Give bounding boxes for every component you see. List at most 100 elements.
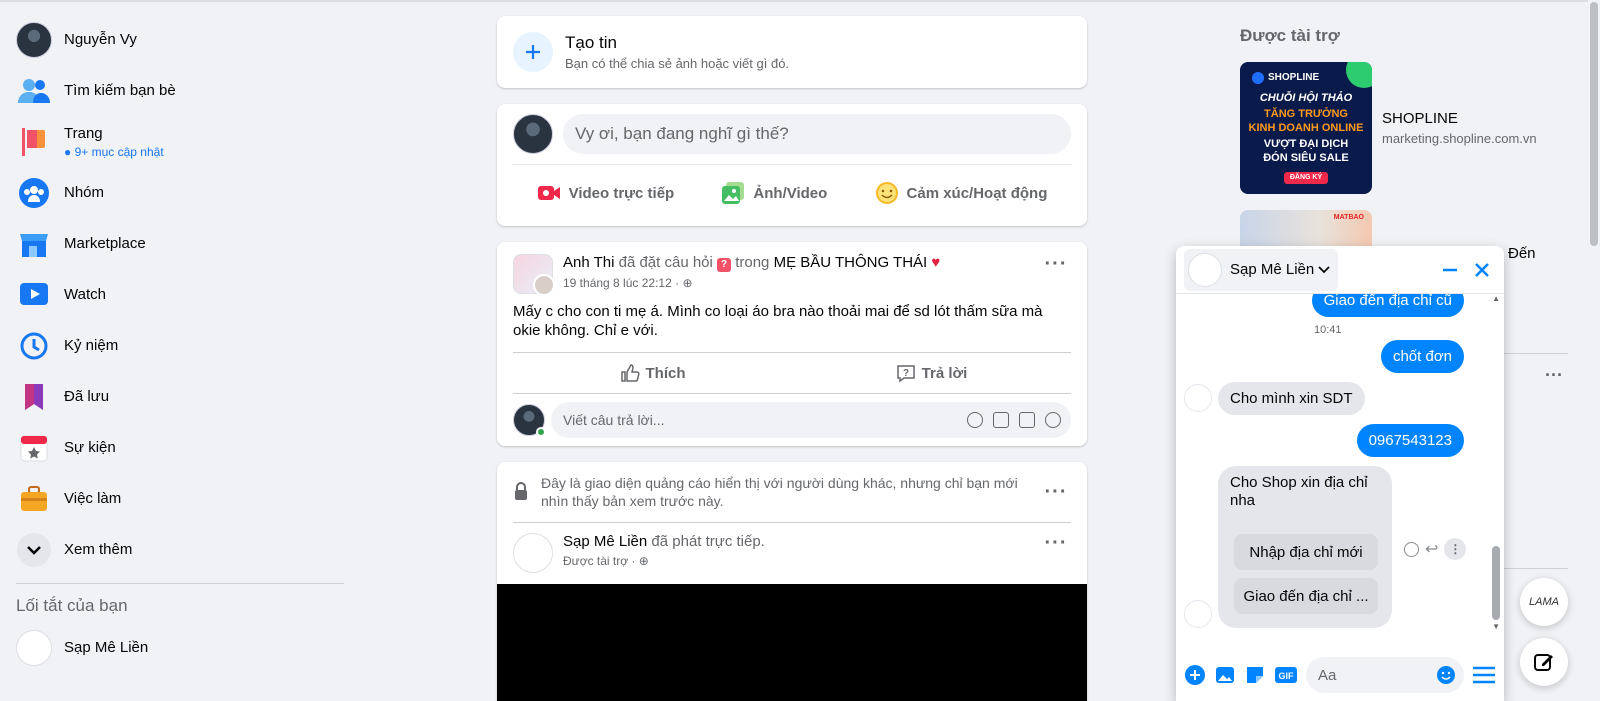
chat-name: Sạp Mê Liền [1230, 261, 1315, 278]
sidebar-item-jobs[interactable]: Việc làm [0, 473, 345, 524]
ad-name[interactable]: SHOPLINE [1382, 110, 1537, 127]
chat-header: Sạp Mê Liền [1176, 246, 1504, 294]
contacts-options-icon[interactable]: ··· [1545, 365, 1563, 386]
chat-input-placeholder: Aa [1318, 666, 1337, 684]
compose-edit-icon [1534, 654, 1553, 671]
sidebar-item-label: Kỷ niệm [64, 337, 119, 354]
post-header-line: Sạp Mê Liền đã phát trực tiếp. [563, 533, 1041, 550]
lama-extension-button[interactable]: LAMA [1520, 578, 1568, 626]
profile-avatar [16, 21, 52, 58]
story-subtitle: Bạn có thể chia sẻ ảnh hoặc viết gì đó. [565, 56, 790, 71]
post-options-icon[interactable]: ··· [1041, 253, 1071, 275]
photo-video-label: Ảnh/Video [753, 184, 828, 202]
post-question: Anh Thi đã đặt câu hỏi ? trong MẸ BẦU TH… [497, 242, 1087, 446]
watch-play-icon [16, 277, 52, 313]
user-avatar[interactable] [513, 114, 553, 154]
sticker-icon[interactable] [1244, 664, 1266, 686]
sidebar-item-label: Marketplace [64, 235, 146, 252]
react-emoji-icon[interactable] [1404, 541, 1419, 557]
composer-input[interactable]: Vy ơi, bạn đang nghĩ gì thế? [563, 114, 1071, 154]
camera-icon[interactable] [993, 412, 1009, 428]
create-story-card[interactable]: Tạo tin Bạn có thể chia sẻ ảnh hoặc viết… [497, 16, 1087, 88]
ad-name-partial[interactable]: Đến [1508, 245, 1536, 262]
sidebar-item-groups[interactable]: Nhóm [0, 167, 345, 218]
message-incoming[interactable]: Cho mình xin SDT [1218, 382, 1365, 415]
sidebar-item-profile[interactable]: Nguyễn Vy [0, 14, 345, 65]
new-message-button[interactable] [1520, 638, 1568, 686]
sidebar-item-marketplace[interactable]: Marketplace [0, 218, 345, 269]
group-name-link[interactable]: MẸ BẦU THÔNG THÁI [774, 254, 928, 271]
sidebar-item-saved[interactable]: Đã lưu [0, 371, 345, 422]
add-plus-icon[interactable] [1184, 664, 1206, 686]
question-reply-icon: ? [896, 365, 915, 383]
menu-hamburger-icon[interactable] [1472, 665, 1496, 685]
like-button[interactable]: Thích [513, 353, 792, 393]
shortcut-label: Sạp Mê Liền [64, 639, 149, 656]
ad-item[interactable]: SHOPLINE CHUỖI HỘI THẢO TĂNG TRƯỞNG KINH… [1240, 62, 1537, 194]
message-outgoing[interactable]: chốt đơn [1380, 340, 1464, 373]
plus-icon [513, 32, 553, 72]
sticker-icon[interactable] [1045, 412, 1061, 428]
shortcut-item[interactable]: Sạp Mê Liền [0, 622, 345, 673]
page-avatar[interactable] [513, 533, 553, 573]
lock-icon [513, 482, 533, 510]
scroll-down-arrow-icon[interactable]: ▼ [1492, 622, 1500, 631]
scroll-up-arrow-icon[interactable]: ▲ [1492, 294, 1500, 303]
page-name-link[interactable]: Sạp Mê Liền [563, 533, 647, 550]
chat-message-input[interactable]: Aa [1306, 657, 1464, 693]
reply-arrow-icon[interactable]: ↩ [1425, 539, 1438, 559]
message-tools: ↩ ⋮ [1404, 538, 1467, 560]
reply-input[interactable]: Viết câu trả lời... [551, 402, 1071, 438]
message-outgoing[interactable]: Giao đến địa chỉ cũ [1311, 294, 1464, 317]
message-outgoing[interactable]: 0967543123 [1356, 424, 1464, 457]
live-video-icon [537, 186, 560, 200]
more-options-icon[interactable]: ⋮ [1444, 538, 1467, 560]
gif-icon[interactable]: GIF [1274, 664, 1298, 686]
reply-placeholder: Viết câu trả lời... [563, 412, 665, 428]
feeling-button[interactable]: Cảm xúc/Hoạt động [867, 173, 1056, 213]
post-header-line: Anh Thi đã đặt câu hỏi ? trong MẸ BẦU TH… [563, 254, 1041, 272]
shortcut-avatar [16, 629, 52, 666]
sidebar-item-memories[interactable]: Kỷ niệm [0, 320, 345, 371]
post-options-icon[interactable]: ··· [1041, 532, 1071, 554]
sidebar-item-label: Việc làm [64, 490, 122, 507]
post-author-avatar[interactable] [513, 254, 555, 296]
new-dot-icon: ● [64, 144, 75, 159]
post-author-name[interactable]: Anh Thi [563, 254, 614, 271]
reply-button[interactable]: ? Trả lời [792, 353, 1071, 393]
emoji-icon[interactable] [967, 412, 983, 428]
minimize-icon[interactable] [1442, 262, 1458, 278]
chat-avatar [1188, 252, 1222, 287]
ad-note-options-icon[interactable]: ··· [1041, 482, 1071, 502]
sidebar-item-see-more[interactable]: Xem thêm [0, 524, 345, 575]
ad-image-shopline[interactable]: SHOPLINE CHUỖI HỘI THẢO TĂNG TRƯỞNG KINH… [1240, 62, 1372, 194]
emoji-icon[interactable] [1436, 665, 1456, 685]
sidebar-item-pages[interactable]: Trang ● 9+ mục cập nhật [0, 116, 345, 167]
image-icon[interactable] [1214, 664, 1236, 686]
smiley-icon [875, 182, 898, 204]
page-scroll-thumb[interactable] [1590, 2, 1598, 246]
gif-icon[interactable] [1019, 412, 1035, 428]
live-video-player[interactable] [497, 584, 1087, 701]
sidebar-item-events[interactable]: Sự kiện [0, 422, 345, 473]
chat-scroll-thumb[interactable] [1492, 546, 1500, 620]
pages-update-count: ● 9+ mục cập nhật [64, 144, 164, 159]
sidebar-item-watch[interactable]: Watch [0, 269, 345, 320]
top-border [0, 0, 1600, 2]
thumbs-up-icon [620, 364, 640, 382]
ad-preview-note: Đây là giao diện quảng cáo hiển thị với … [513, 462, 1071, 523]
close-icon[interactable] [1474, 262, 1490, 278]
story-title: Tạo tin [565, 33, 617, 52]
sponsored-heading: Được tài trợ [1240, 26, 1340, 45]
post-body: Mấy c cho con ti mẹ á. Mình co loại áo b… [513, 303, 1043, 339]
quick-reply-button[interactable]: Nhập địa chỉ mới [1234, 534, 1378, 570]
chat-title-button[interactable]: Sạp Mê Liền [1184, 248, 1339, 291]
sponsored-label: Được tài trợ · ⊕ [563, 554, 649, 568]
sidebar-item-find-friends[interactable]: Tìm kiếm bạn bè [0, 65, 345, 116]
sidebar-item-label: Trang [64, 124, 103, 142]
message-incoming-text: Cho Shop xin địa chỉ nha [1230, 474, 1368, 509]
photo-video-button[interactable]: Ảnh/Video [713, 173, 835, 213]
live-video-button[interactable]: Video trực tiếp [529, 173, 683, 213]
quick-reply-button[interactable]: Giao đến địa chỉ ... [1234, 578, 1378, 614]
post-timestamp[interactable]: 19 tháng 8 lúc 22:12 · ⊕ [563, 276, 1041, 290]
